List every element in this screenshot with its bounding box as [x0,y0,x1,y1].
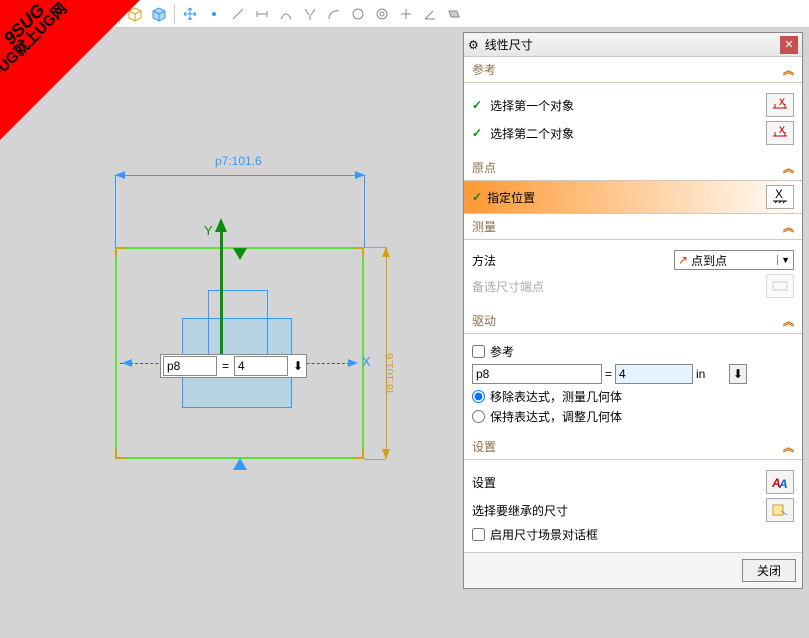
y-axis [220,226,223,366]
inherit-label: 选择要继承的尺寸 [472,502,762,519]
chevron-up-icon: ︽ [783,62,794,78]
dim-pick-icon-2[interactable]: x [766,121,794,145]
dim-name-input[interactable] [163,356,217,376]
dim-h-label[interactable]: p7:101.6 [215,154,262,168]
keep-expr-label: 保持表达式，调整几何体 [490,408,622,425]
plane-icon[interactable] [443,3,465,25]
equals-label: = [605,367,612,381]
y-arrow-icon [215,218,227,232]
specify-position-row[interactable]: ✓ 指定位置 X [464,181,802,214]
trim-icon[interactable] [299,3,321,25]
keep-expr-radio[interactable] [472,410,485,423]
x-arrow-left-icon [122,359,132,367]
dim-pick-icon-1[interactable]: x [766,93,794,117]
cube-shaded-icon[interactable] [148,3,170,25]
svg-text:x: x [779,98,785,108]
dialog-footer: 关闭 [464,552,802,588]
inner-rectangle-2[interactable] [208,290,268,360]
x-axis-label: X [362,354,371,369]
dim-dropdown-icon[interactable]: ⬇ [290,359,306,373]
method-select[interactable]: ↗ 点到点 ▼ [674,250,794,270]
inherit-icon[interactable] [766,498,794,522]
arc-icon[interactable] [323,3,345,25]
close-icon[interactable]: ✕ [780,36,798,54]
drive-name-input[interactable] [472,364,602,384]
scene-dialog-label: 启用尺寸场景对话框 [490,526,598,543]
curve-icon[interactable] [275,3,297,25]
close-button[interactable]: 关闭 [742,559,796,582]
dialog-titlebar[interactable]: ⚙ 线性尺寸 ✕ [464,33,802,57]
section-drive[interactable]: 驱动 ︽ [464,308,802,334]
dim-value-input[interactable] [234,356,288,376]
linear-dimension-dialog: ⚙ 线性尺寸 ✕ 参考 ︽ ✓ 选择第一个对象 x ✓ 选择第二个对象 x 原点… [463,32,803,589]
section-measure[interactable]: 测量 ︽ [464,214,802,240]
dimension-input-popup[interactable]: = ⬇ [160,354,307,378]
remove-expr-radio[interactable] [472,390,485,403]
drive-value-input[interactable] [615,364,693,384]
select-first-object[interactable]: 选择第一个对象 [490,97,762,114]
dim-v-label[interactable]: t8:101.6 [384,353,396,393]
alt-points-icon [766,274,794,298]
constraint-top-icon [233,248,247,260]
y-axis-label: Y [204,223,213,238]
dialog-title: 线性尺寸 [485,36,780,53]
remove-expr-label: 移除表达式，测量几何体 [490,388,622,405]
alt-points-label: 备选尺寸端点 [472,278,762,295]
toolbar-sep [174,4,175,24]
check-icon: ✓ [472,190,482,204]
method-label: 方法 [472,252,670,269]
gear-icon[interactable]: ⚙ [468,38,479,52]
target-icon[interactable] [371,3,393,25]
point-icon[interactable] [203,3,225,25]
reference-checkbox[interactable] [472,345,485,358]
x-arrow-right-icon [348,359,358,367]
constraint-bottom-icon [233,458,247,470]
move-icon[interactable] [179,3,201,25]
text-style-icon[interactable]: AA [766,470,794,494]
section-settings[interactable]: 设置 ︽ [464,434,802,460]
svg-text:X: X [775,189,783,201]
scene-dialog-checkbox[interactable] [472,528,485,541]
drive-dropdown-icon[interactable]: ⬇ [729,364,747,384]
chevron-up-icon: ︽ [783,313,794,329]
svg-text:x: x [779,126,785,136]
circle-icon[interactable] [347,3,369,25]
method-icon: ↗ [678,253,688,267]
chevron-up-icon: ︽ [783,160,794,176]
check-icon: ✓ [472,98,482,112]
plus-icon[interactable] [395,3,417,25]
origin-point-icon[interactable]: X [766,185,794,209]
dim-icon[interactable] [251,3,273,25]
section-origin[interactable]: 原点 ︽ [464,155,802,181]
reference-label: 参考 [490,343,514,360]
check-icon: ✓ [472,126,482,140]
angle-icon[interactable] [419,3,441,25]
chevron-up-icon: ︽ [783,219,794,235]
unit-label: in [696,367,726,381]
section-reference[interactable]: 参考 ︽ [464,57,802,83]
equals-label: = [219,359,232,373]
chevron-up-icon: ︽ [783,439,794,455]
select-second-object[interactable]: 选择第二个对象 [490,125,762,142]
line-icon[interactable] [227,3,249,25]
settings-item-label: 设置 [472,474,762,491]
chevron-down-icon[interactable]: ▼ [777,255,793,265]
svg-text:A: A [778,477,788,489]
